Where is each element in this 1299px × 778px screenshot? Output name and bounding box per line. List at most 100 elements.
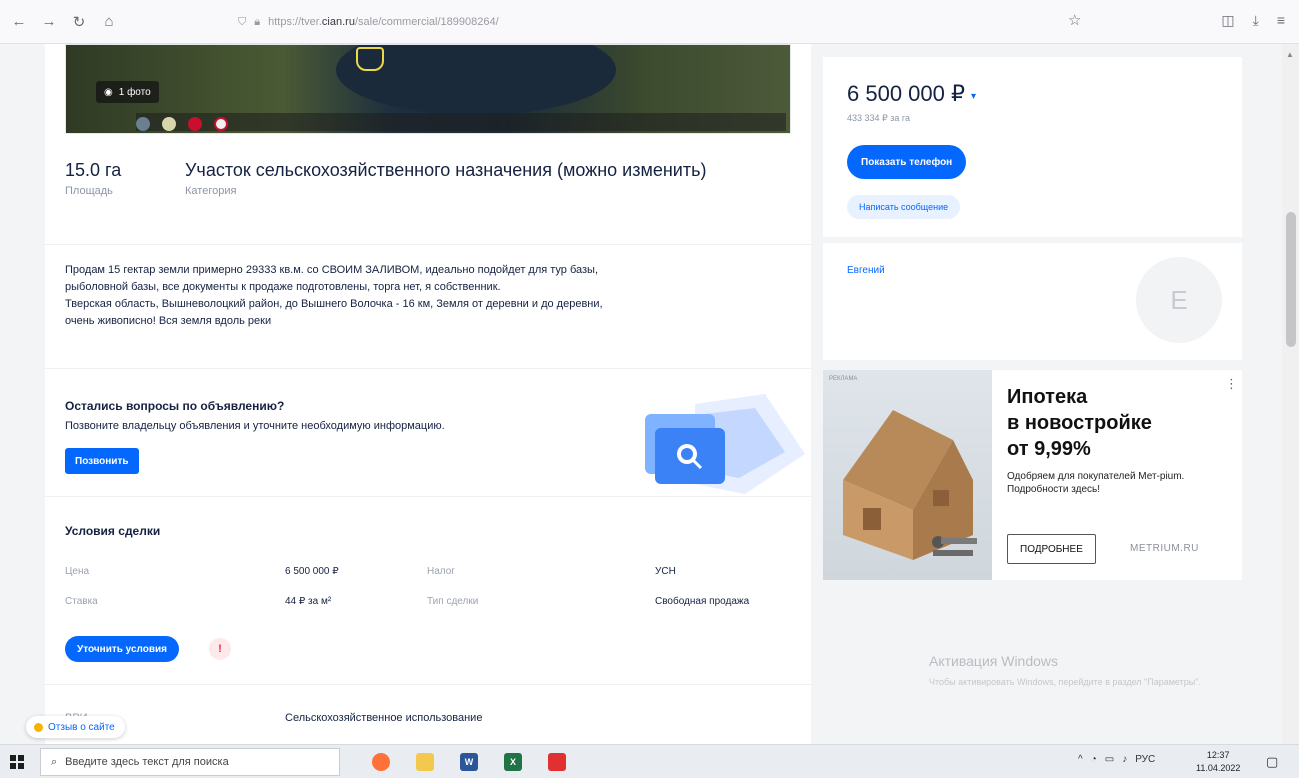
usage-row: ВРИ Сельскохозяйственное использование (45, 704, 811, 744)
deal-value: 6 500 000 ₽ (285, 566, 339, 577)
write-message-button[interactable]: Написать сообщение (847, 195, 961, 219)
price-card: 6 500 000 ₽ ▾ 433 334 ₽ за га Показать т… (823, 57, 1242, 237)
excel-icon[interactable]: X (504, 753, 522, 771)
area-value: 15.0 га (65, 160, 122, 180)
taskbar-search[interactable]: ⌕ Введите здесь текст для поиска (40, 748, 340, 776)
windows-watermark-title: Активация Windows (929, 653, 1059, 669)
map-preview[interactable]: ◉ 1 фото (65, 44, 791, 134)
divider (45, 368, 811, 369)
deal-value: УСН (655, 566, 676, 577)
firefox-icon[interactable] (372, 753, 390, 771)
description-line: рыболовной базы, все документы к продаже… (65, 281, 501, 293)
map-icon (162, 117, 176, 131)
volume-icon[interactable]: ♪ (1122, 754, 1127, 765)
more-vert-icon[interactable]: ⋮ (1225, 376, 1238, 392)
seller-name[interactable]: Евгений (847, 265, 885, 276)
network-icon[interactable]: ◔ (1091, 754, 1097, 765)
map-icon (214, 117, 228, 131)
description-line: очень живописно! Вся земля вдоль реки (65, 315, 272, 327)
home-icon[interactable]: ⌂ (98, 11, 120, 33)
toolbar-actions: ◫ ⤓ ≡ (1221, 12, 1285, 29)
ad-title: Ипотека в новостройке от 9,99% (1007, 386, 1152, 460)
listing-specs: 15.0 га Площадь Участок сельскохозяйстве… (65, 160, 791, 230)
star-icon[interactable]: ☆ (1068, 11, 1081, 29)
pocket-icon[interactable]: ◫ (1221, 12, 1234, 29)
ad-label: РЕКЛАМА (829, 376, 858, 382)
scroll-up-icon[interactable]: ▲ (1286, 50, 1294, 59)
extensions-icon[interactable]: ≡ (1277, 12, 1285, 29)
system-tray: ^ ◔ ▭ ♪ РУС (1078, 754, 1155, 765)
windows-watermark-text: Чтобы активировать Windows, перейдите в … (929, 677, 1201, 687)
deal-value: 44 ₽ за м² (285, 596, 332, 607)
map-icon (136, 117, 150, 131)
monitor-icon[interactable]: ▭ (1105, 754, 1114, 765)
category-label: Категория (185, 185, 237, 197)
ad-text: Одобряем для покупателей Мет-рium. Подро… (1007, 471, 1185, 495)
folder-icon[interactable] (416, 753, 434, 771)
address-bar[interactable]: ⛉ 🔒︎ https://tver.cian.ru/sale/commercia… (238, 9, 1108, 35)
deal-row: Ставка 44 ₽ за м² Тип сделки Свободная п… (65, 596, 791, 614)
questions-block: Остались вопросы по объявлению? Позвонит… (45, 370, 811, 496)
magnifier-folder-icon (645, 394, 805, 494)
warning-icon[interactable]: ! (209, 638, 231, 660)
smile-icon (34, 722, 43, 732)
scrollbar[interactable]: ▲ (1282, 44, 1299, 744)
download-icon[interactable]: ⤓ (1253, 12, 1259, 29)
deal-row: Цена 6 500 000 ₽ Налог УСН (65, 566, 791, 584)
word-icon[interactable]: W (460, 753, 478, 771)
pdf-icon[interactable] (548, 753, 566, 771)
camera-icon: ◉ (104, 86, 113, 98)
deal-label: Тип сделки (427, 596, 479, 607)
back-icon[interactable]: ← (8, 11, 30, 33)
deal-title: Условия сделки (65, 524, 161, 538)
category-spec: Участок сельскохозяйственного назначения… (185, 160, 706, 197)
scroll-thumb[interactable] (1286, 212, 1296, 347)
description-line: Продам 15 гектар земли примерно 29333 кв… (65, 264, 599, 276)
ad-brand: METRIUM.RU (1130, 543, 1199, 554)
ad-more-button[interactable]: ПОДРОБНЕЕ (1007, 534, 1096, 564)
divider (45, 684, 811, 685)
house-model-image (843, 410, 977, 560)
deal-terms: Условия сделки Цена 6 500 000 ₽ Налог УС… (45, 498, 811, 684)
category-value: Участок сельскохозяйственного назначения… (185, 160, 707, 180)
deal-label: Налог (427, 566, 455, 577)
clock[interactable]: 12:37 11.04.2022 (1196, 749, 1240, 775)
questions-text: Позвоните владельцу объявления и уточнит… (65, 420, 445, 432)
description: Продам 15 гектар земли примерно 29333 кв… (65, 262, 791, 330)
reload-icon[interactable]: ↻ (68, 11, 90, 33)
show-phone-button[interactable]: Показать телефон (847, 145, 967, 179)
seller-card: Евгений E (823, 243, 1242, 360)
language-indicator[interactable]: РУС (1135, 754, 1155, 765)
deal-value: Свободная продажа (655, 596, 750, 607)
price-per-hectare: 433 334 ₽ за га (847, 113, 910, 123)
usage-value: Сельскохозяйственное использование (285, 712, 483, 724)
browser-toolbar: ← → ↻ ⌂ ⛉ 🔒︎ https://tver.cian.ru/sale/c… (0, 0, 1299, 44)
call-button[interactable]: Позвонить (65, 448, 139, 474)
search-icon: ⌕ (51, 755, 58, 768)
deal-label: Цена (65, 566, 90, 577)
windows-start-icon[interactable] (10, 755, 24, 769)
forward-icon[interactable]: → (38, 11, 60, 33)
divider (45, 244, 811, 245)
shield-icon: ⛉ (238, 15, 247, 28)
chevron-down-icon[interactable]: ▾ (971, 91, 976, 102)
listing-main: ◉ 1 фото 15.0 га Площадь Участок сельско… (45, 44, 811, 744)
map-footer (136, 113, 786, 131)
area-label: Площадь (65, 185, 113, 197)
windows-taskbar: ⌕ Введите здесь текст для поиска W X ^ ◔… (0, 744, 1299, 778)
notification-icon[interactable]: ▢ (1266, 754, 1278, 770)
plot-outline (356, 47, 384, 71)
description-line: Тверская область, Вышневолоцкий район, д… (65, 298, 603, 310)
deal-label: Ставка (65, 596, 98, 607)
questions-title: Остались вопросы по объявлению? (65, 399, 285, 413)
lock-icon: 🔒︎ (254, 15, 261, 28)
map-icon (188, 117, 202, 131)
clarify-terms-button[interactable]: Уточнить условия (65, 636, 179, 662)
avatar: E (1136, 257, 1222, 343)
chevron-up-icon[interactable]: ^ (1078, 754, 1083, 765)
feedback-button[interactable]: Отзыв о сайте (26, 716, 125, 738)
ad-image: РЕКЛАМА (823, 370, 992, 580)
ad-banner[interactable]: РЕКЛАМА Ипотека в новостройке от 9,99% ⋮… (823, 370, 1242, 580)
divider (45, 496, 811, 497)
photo-count-badge[interactable]: ◉ 1 фото (96, 81, 159, 103)
